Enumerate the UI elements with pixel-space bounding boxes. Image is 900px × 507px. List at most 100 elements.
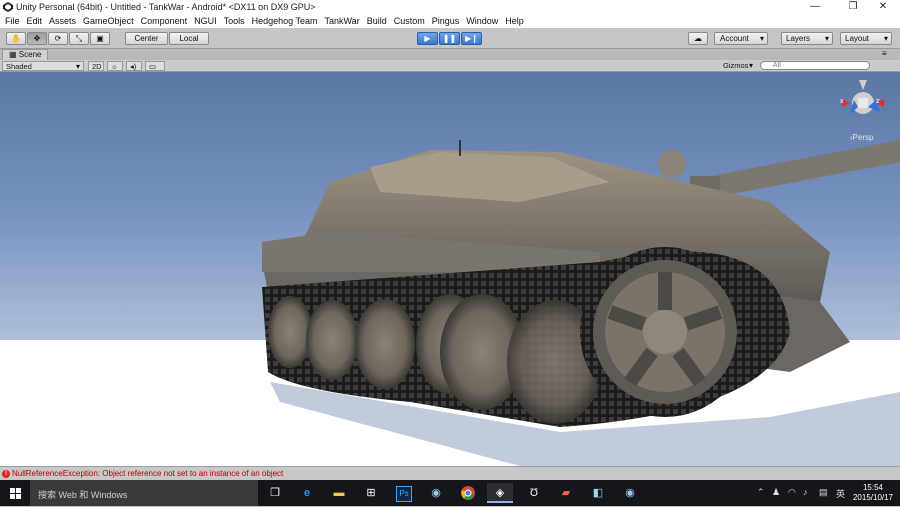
menu-edit[interactable]: Edit [25,16,48,26]
scene-control-bar: Shaded 2D ☼ ◂) ▭ Gizmos All [0,60,900,72]
sun-icon: ☼ [111,62,118,71]
console-error-message: NullReferenceException: Object reference… [12,469,284,478]
projection-label[interactable]: ‹Persp [850,133,874,142]
app3-icon[interactable]: ◧ [585,483,611,503]
scale-tool-button[interactable]: ⤡ [69,32,89,45]
mode-2d-toggle[interactable]: 2D [88,61,104,71]
ime-indicator[interactable]: 英 [836,487,845,500]
gizmos-dropdown[interactable]: Gizmos [720,61,756,71]
wifi-icon[interactable]: ◠ [788,487,796,498]
layout-dropdown[interactable]: Layout [840,32,892,45]
chrome-icon[interactable] [455,483,481,503]
scene-search-placeholder: All [773,62,781,69]
gizmo-axis-z-label: z [876,98,880,105]
rotate-tool-button[interactable]: ⟳ [48,32,68,45]
edge-icon[interactable]: e [294,483,320,503]
menu-custom[interactable]: Custom [392,16,430,26]
tab-menu-icon[interactable]: ≡ [882,49,887,58]
image-icon: ▭ [149,62,157,71]
task-view-icon[interactable]: ❐ [262,483,288,503]
window-title: Unity Personal (64bit) - Untitled - Tank… [16,2,316,12]
scene-tab-bar: ▦ Scene ≡ [0,49,900,60]
taskbar-search-placeholder: 搜索 Web 和 Windows [38,490,128,500]
mode-2d-label: 2D [92,62,102,71]
menu-window[interactable]: Window [464,16,503,26]
windows-taskbar: 搜索 Web 和 Windows ❐ e ▬ ⊞ Ps ◉ ◈ Ʊ ▰ ◧ ◉ … [0,480,900,506]
taskbar-search-input[interactable]: 搜索 Web 和 Windows [30,480,258,506]
menu-tankwar[interactable]: TankWar [323,16,365,26]
store-icon[interactable]: ⊞ [358,483,384,503]
layers-dropdown[interactable]: Layers [781,32,833,45]
lighting-toggle[interactable]: ☼ [107,61,123,71]
account-dropdown[interactable]: Account [714,32,768,45]
chrome-logo [461,486,475,500]
orientation-gizmo[interactable] [842,80,884,114]
cloud-icon: ☁ [694,34,702,43]
scene-tab-icon: ▦ [9,50,19,59]
photoshop-icon[interactable]: Ps [391,483,417,503]
menu-help[interactable]: Help [503,16,529,26]
layout-label: Layout [845,34,870,43]
pivot-local-button[interactable]: Local [169,32,209,45]
cloud-button[interactable]: ☁ [688,32,708,45]
move-icon: ✥ [33,34,41,43]
explorer-icon[interactable]: ▬ [326,483,352,503]
menu-file[interactable]: File [3,16,25,26]
scene-search-input[interactable]: All [760,61,870,70]
tray-chevron-icon[interactable]: ⌃ [757,487,765,498]
system-clock[interactable]: 15:54 2015/10/17 [850,483,896,503]
tank-model[interactable] [0,72,900,466]
pause-button[interactable]: ❚❚ [439,32,460,45]
menu-gameobject[interactable]: GameObject [81,16,139,26]
windows-start-icon[interactable] [0,480,30,506]
menu-assets[interactable]: Assets [47,16,81,26]
gizmo-axis-x-label: x [840,98,844,105]
app-icon[interactable]: ◉ [423,483,449,503]
account-label: Account [720,34,749,43]
center-label: Center [134,34,159,43]
people-icon[interactable]: ♟ [772,487,780,498]
rotate-icon: ⟳ [54,34,62,43]
scene-tab-label: Scene [18,50,42,59]
pivot-center-button[interactable]: Center [125,32,168,45]
unity-icon[interactable]: ◈ [487,483,513,503]
maximize-button[interactable]: ❐ [836,0,870,14]
scene-viewport[interactable]: x z ‹Persp [0,72,900,466]
rect-tool-button[interactable]: ▣ [90,32,110,45]
layers-label: Layers [786,34,811,43]
play-icon: ▶ [424,34,431,43]
close-button[interactable]: ✕ [866,0,900,14]
step-icon: ▶❙ [465,34,478,43]
local-label: Local [179,34,199,43]
menu-bar: File Edit Assets GameObject Component NG… [0,14,900,28]
unreal-icon[interactable]: Ʊ [521,483,547,503]
move-tool-button[interactable]: ✥ [27,32,47,45]
clock-time: 15:54 [862,483,884,492]
menu-pingus[interactable]: Pingus [430,16,465,26]
unity-logo-icon [3,2,13,12]
audio-toggle[interactable]: ◂) [126,61,142,71]
menu-build[interactable]: Build [365,16,392,26]
rect-icon: ▣ [96,34,104,43]
photoshop-label: Ps [396,486,412,502]
console-status-bar[interactable]: ! NullReferenceException: Object referen… [0,466,900,480]
menu-hedgehog-team[interactable]: Hedgehog Team [250,16,323,26]
volume-icon[interactable]: ♪ [803,487,808,497]
menu-ngui[interactable]: NGUI [192,16,222,26]
app4-icon[interactable]: ◉ [617,483,643,503]
menu-component[interactable]: Component [139,16,193,26]
play-button[interactable]: ▶ [417,32,438,45]
shading-mode-dropdown[interactable]: Shaded [2,61,84,71]
error-icon: ! [2,470,10,478]
minimize-button[interactable]: — [798,0,832,14]
pause-icon: ❚❚ [442,34,457,43]
speaker-icon: ◂) [130,62,137,71]
persp-label: Persp [852,133,874,142]
effects-dropdown[interactable]: ▭ [145,61,165,71]
step-button[interactable]: ▶❙ [461,32,482,45]
menu-tools[interactable]: Tools [222,16,250,26]
notification-icon[interactable]: ▤ [819,487,828,498]
hand-tool-button[interactable]: ✋ [6,32,26,45]
app2-icon[interactable]: ▰ [553,483,579,503]
tab-scene[interactable]: ▦ Scene [2,49,49,60]
